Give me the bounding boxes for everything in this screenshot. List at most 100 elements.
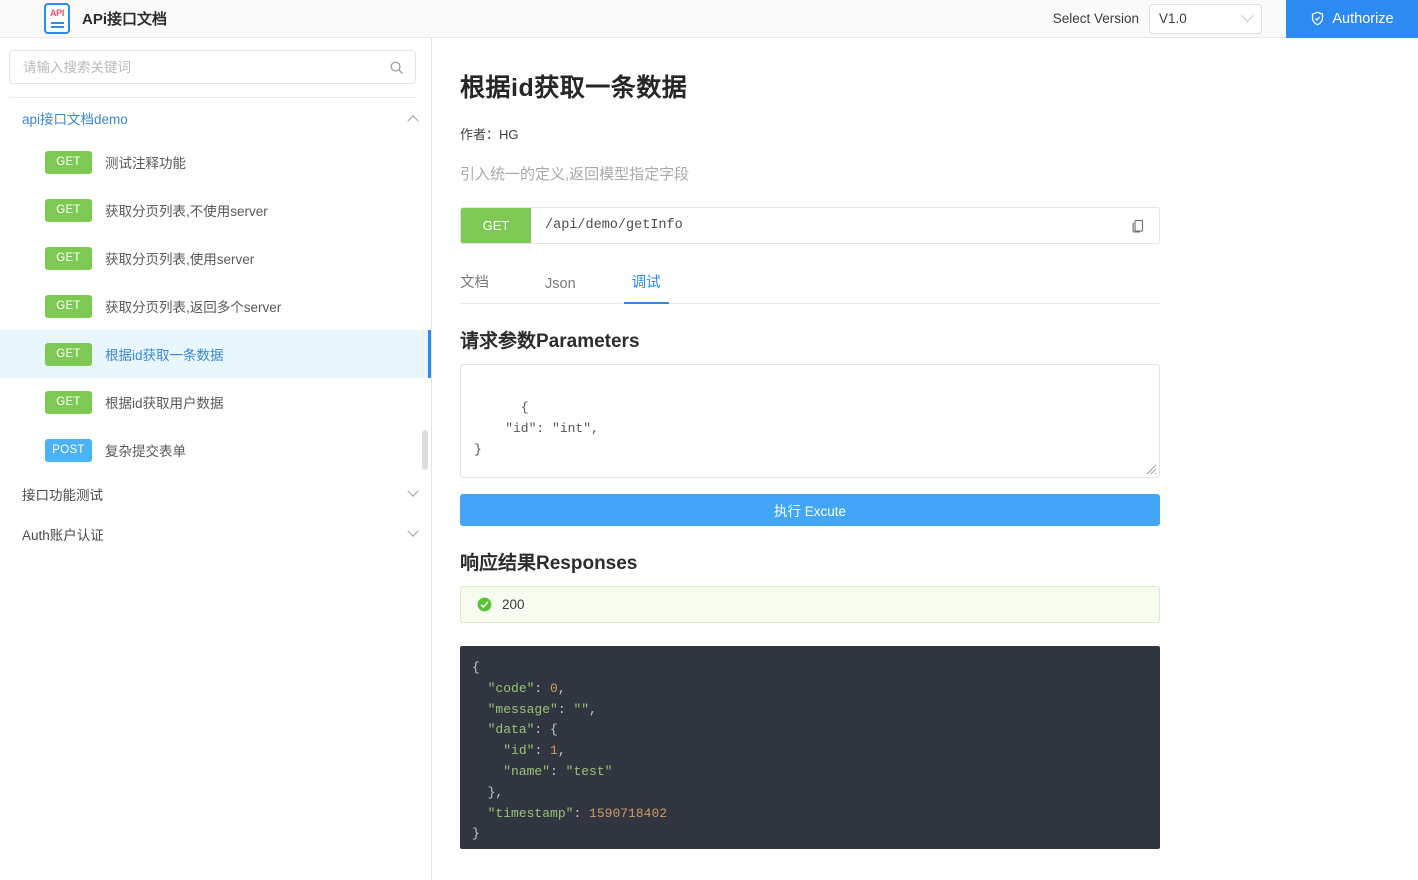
response-token: "id" bbox=[503, 743, 535, 759]
response-token: "" bbox=[573, 701, 590, 717]
method-badge: GET bbox=[45, 390, 92, 414]
response-token: 1590718402 bbox=[589, 805, 668, 821]
response-line: } bbox=[472, 824, 1160, 845]
version-select[interactable]: V1.0 bbox=[1149, 3, 1262, 34]
response-body: { "code": 0, "message": "", "data": { "i… bbox=[460, 646, 1160, 849]
author-value: HG bbox=[499, 127, 519, 142]
api-item-label: 测试注释功能 bbox=[105, 156, 186, 171]
response-line: "data": { bbox=[472, 720, 1160, 741]
api-item-label: 根据id获取用户数据 bbox=[105, 396, 224, 411]
response-token: : { bbox=[534, 722, 558, 738]
response-status-code: 200 bbox=[502, 597, 525, 612]
chevron-down-icon bbox=[1241, 9, 1254, 23]
response-token: : bbox=[557, 701, 574, 717]
response-token: "message" bbox=[487, 701, 558, 717]
response-token: { bbox=[472, 660, 480, 675]
endpoint-bar: GET /api/demo/getInfo bbox=[460, 207, 1160, 244]
response-token: : bbox=[534, 743, 551, 759]
page-title: 根据id获取一条数据 bbox=[460, 74, 688, 102]
sidebar-group-2[interactable]: Auth账户认证 bbox=[0, 514, 431, 554]
api-item-label: 获取分页列表,使用server bbox=[105, 252, 255, 267]
app-header: API APi接口文档 Select Version V1.0 Authoriz… bbox=[0, 0, 1418, 38]
select-version-label: Select Version bbox=[1052, 11, 1139, 26]
response-line: "message": "", bbox=[472, 700, 1160, 721]
tab-2[interactable]: 调试 bbox=[623, 271, 669, 304]
authorize-button[interactable]: Authorize bbox=[1286, 0, 1418, 38]
authorize-label: Authorize bbox=[1332, 10, 1394, 27]
response-token: "test" bbox=[565, 763, 613, 779]
api-item-label: 获取分页列表,返回多个server bbox=[105, 300, 282, 315]
chevron-down-icon bbox=[407, 525, 419, 537]
response-token: : bbox=[573, 805, 590, 821]
content-tabs: 文档 Json 调试 bbox=[460, 271, 1160, 304]
search-icon[interactable] bbox=[389, 60, 404, 75]
response-line: "name": "test" bbox=[472, 762, 1160, 783]
parameters-input[interactable]: { "id": "int", } bbox=[460, 364, 1160, 478]
method-badge: GET bbox=[45, 294, 92, 318]
api-document-logo-icon: API bbox=[44, 3, 70, 34]
sidebar-group-0[interactable]: api接口文档demo bbox=[0, 98, 431, 138]
api-list-item[interactable]: GET 获取分页列表,不使用server bbox=[0, 186, 431, 234]
response-token: 0 bbox=[550, 680, 558, 696]
author-line: 作者：HG bbox=[460, 124, 1163, 143]
sidebar-group-1[interactable]: 接口功能测试 bbox=[0, 474, 431, 514]
brand: API APi接口文档 bbox=[44, 3, 167, 34]
check-circle-icon bbox=[477, 597, 492, 612]
api-list-item[interactable]: GET 根据id获取一条数据 bbox=[0, 330, 431, 378]
logo-line-2 bbox=[50, 26, 64, 28]
response-token: "code" bbox=[487, 680, 535, 696]
method-badge: GET bbox=[45, 150, 92, 174]
resize-handle-icon[interactable] bbox=[1143, 461, 1157, 475]
response-token: "data" bbox=[487, 722, 535, 738]
copy-icon bbox=[1132, 219, 1143, 232]
logo-text: API bbox=[49, 8, 65, 18]
version-select-value: V1.0 bbox=[1159, 11, 1187, 26]
search-box[interactable] bbox=[9, 50, 416, 84]
search-input[interactable] bbox=[21, 58, 389, 76]
main-content: 根据id获取一条数据 作者：HG 引入统一的定义,返回模型指定字段 GET /a… bbox=[433, 38, 1418, 880]
response-line: "timestamp": 1590718402 bbox=[472, 804, 1160, 825]
api-list-item[interactable]: GET 根据id获取用户数据 bbox=[0, 378, 431, 426]
response-token: : bbox=[534, 680, 551, 696]
response-token: : bbox=[550, 763, 566, 779]
api-list-item[interactable]: GET 测试注释功能 bbox=[0, 138, 431, 186]
api-item-label: 根据id获取一条数据 bbox=[105, 348, 224, 363]
response-token: , bbox=[557, 680, 566, 696]
sidebar-group-label: 接口功能测试 bbox=[22, 488, 103, 503]
logo-line-1 bbox=[50, 22, 64, 24]
response-token: , bbox=[589, 701, 597, 717]
response-line: { bbox=[472, 658, 1160, 679]
method-badge: GET bbox=[45, 246, 92, 270]
chevron-up-icon bbox=[407, 115, 419, 127]
sidebar-group-label: Auth账户认证 bbox=[22, 528, 104, 543]
response-token: "timestamp" bbox=[487, 805, 574, 821]
response-token: , bbox=[557, 743, 566, 759]
api-list-item[interactable]: GET 获取分页列表,使用server bbox=[0, 234, 431, 282]
search-container bbox=[0, 38, 431, 98]
response-line: "code": 0, bbox=[472, 679, 1160, 700]
response-token: 1 bbox=[550, 743, 558, 759]
app-title: APi接口文档 bbox=[82, 11, 168, 28]
api-item-label: 获取分页列表,不使用server bbox=[105, 204, 268, 219]
api-item-label: 复杂提交表单 bbox=[105, 444, 186, 459]
parameters-value: { "id": "int", } bbox=[474, 400, 599, 457]
response-line: }, bbox=[472, 783, 1160, 804]
api-tree: api接口文档demo GET 测试注释功能 GET 获取分页列表,不使用server G… bbox=[0, 98, 431, 554]
api-description: 引入统一的定义,返回模型指定字段 bbox=[460, 166, 690, 183]
response-status-box: 200 bbox=[460, 586, 1160, 623]
execute-button[interactable]: 执行 Excute bbox=[460, 494, 1160, 526]
tab-1[interactable]: Json bbox=[545, 276, 576, 303]
api-list-item[interactable]: POST 复杂提交表单 bbox=[0, 426, 431, 474]
responses-title: 响应结果Responses bbox=[460, 553, 638, 574]
response-token: }, bbox=[487, 784, 504, 800]
method-badge: POST bbox=[45, 438, 92, 462]
tab-0[interactable]: 文档 bbox=[460, 271, 489, 303]
api-list-item[interactable]: GET 获取分页列表,返回多个server bbox=[0, 282, 431, 330]
sidebar-scrollbar[interactable] bbox=[422, 430, 428, 470]
copy-endpoint-button[interactable] bbox=[1115, 208, 1159, 243]
author-label: 作者： bbox=[460, 127, 500, 142]
response-token: } bbox=[472, 826, 480, 842]
header-actions: Select Version V1.0 Authorize bbox=[1052, 0, 1418, 38]
endpoint-method-badge: GET bbox=[461, 208, 531, 243]
endpoint-path[interactable]: /api/demo/getInfo bbox=[531, 208, 1115, 243]
